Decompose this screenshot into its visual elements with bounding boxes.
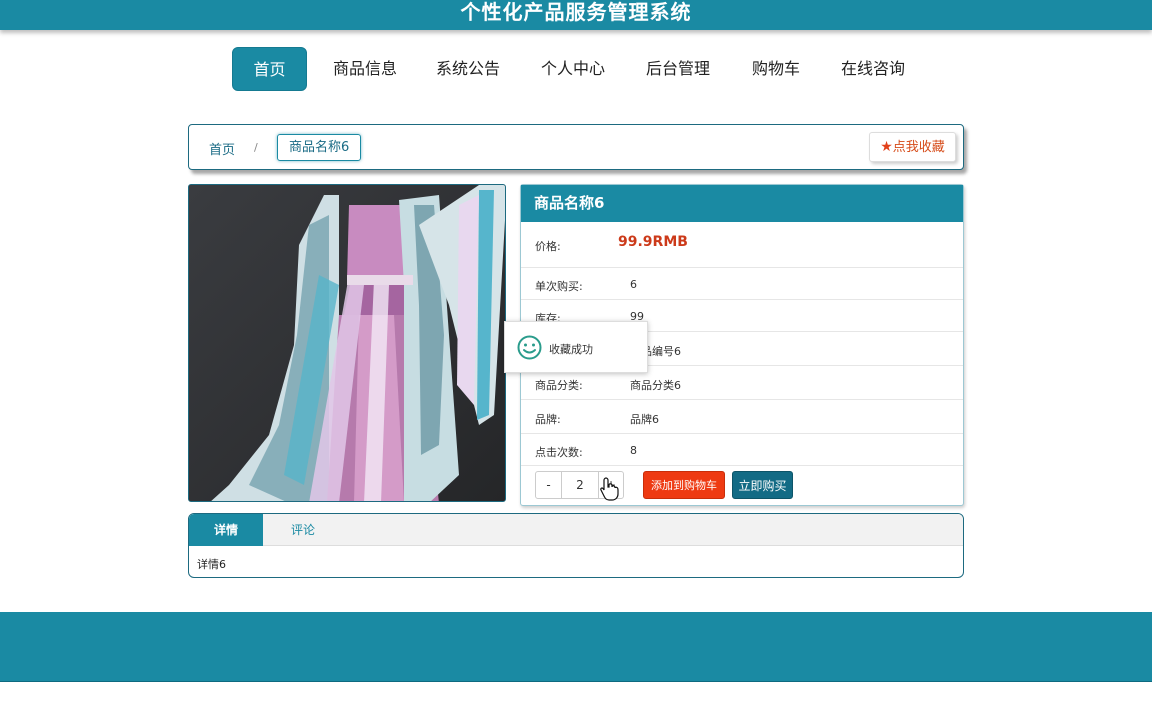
add-to-cart-button[interactable]: 添加到购物车 (643, 471, 725, 499)
nav-item-cart[interactable]: 购物车 (748, 47, 804, 91)
buy-now-button[interactable]: 立即购买 (732, 471, 793, 499)
hand-cursor-icon (600, 477, 619, 501)
footer-bar (0, 612, 1152, 682)
info-row-click-count: 点击次数: 8 (521, 434, 963, 466)
nav-item-home[interactable]: 首页 (232, 47, 307, 91)
breadcrumb: 首页 / 商品名称6 ★点我收藏 (188, 124, 964, 170)
price-value: 99.9RMB (618, 234, 688, 250)
info-row-brand: 品牌: 品牌6 (521, 400, 963, 434)
star-icon: ★ (880, 139, 893, 155)
detail-tabs: 详情 评论 详情6 (188, 513, 964, 578)
product-name: 商品名称6 (521, 185, 963, 222)
info-row-value: 6 (630, 278, 637, 291)
info-row-value: 商品分类6 (630, 379, 681, 392)
smile-icon (517, 335, 542, 360)
top-header-bar: 个性化产品服务管理系统 (0, 0, 1152, 30)
toast-message: 收藏成功 (549, 343, 593, 356)
tab-content: 详情6 (197, 558, 226, 571)
breadcrumb-separator: / (254, 141, 258, 154)
site-title: 个性化产品服务管理系统 (460, 0, 692, 24)
price-label: 价格: (535, 240, 561, 253)
info-row-key: 品牌: (535, 413, 561, 426)
nav-item-announcements[interactable]: 系统公告 (433, 47, 503, 91)
success-toast: 收藏成功 (504, 321, 648, 373)
hanfu-dress-illustration (189, 185, 505, 501)
favorite-button-label: 点我收藏 (892, 140, 945, 155)
tab-comments[interactable]: 评论 (263, 514, 343, 546)
info-row-key: 商品分类: (535, 379, 583, 392)
product-image (188, 184, 506, 502)
info-row-value: 8 (630, 444, 637, 457)
breadcrumb-current: 商品名称6 (277, 134, 362, 161)
nav-item-product-info[interactable]: 商品信息 (330, 47, 400, 91)
info-row-key: 单次购买: (535, 280, 583, 293)
favorite-button[interactable]: ★点我收藏 (869, 132, 956, 162)
quantity-input[interactable]: 2 (562, 472, 599, 498)
nav-item-online-consult[interactable]: 在线咨询 (838, 47, 908, 91)
nav-item-personal-center[interactable]: 个人中心 (538, 47, 608, 91)
info-row-value: 品牌6 (630, 413, 659, 426)
main-nav: 首页 商品信息 系统公告 个人中心 后台管理 购物车 在线咨询 (0, 47, 1152, 91)
info-row-key: 点击次数: (535, 446, 583, 459)
breadcrumb-home-link[interactable]: 首页 (209, 139, 235, 158)
tab-details[interactable]: 详情 (189, 514, 263, 546)
price-row: 价格: 99.9RMB (521, 222, 963, 268)
tab-strip: 详情 评论 (189, 514, 963, 546)
quantity-decrease-button[interactable]: - (536, 472, 562, 498)
nav-item-admin[interactable]: 后台管理 (643, 47, 713, 91)
info-row-single-purchase: 单次购买: 6 (521, 268, 963, 300)
